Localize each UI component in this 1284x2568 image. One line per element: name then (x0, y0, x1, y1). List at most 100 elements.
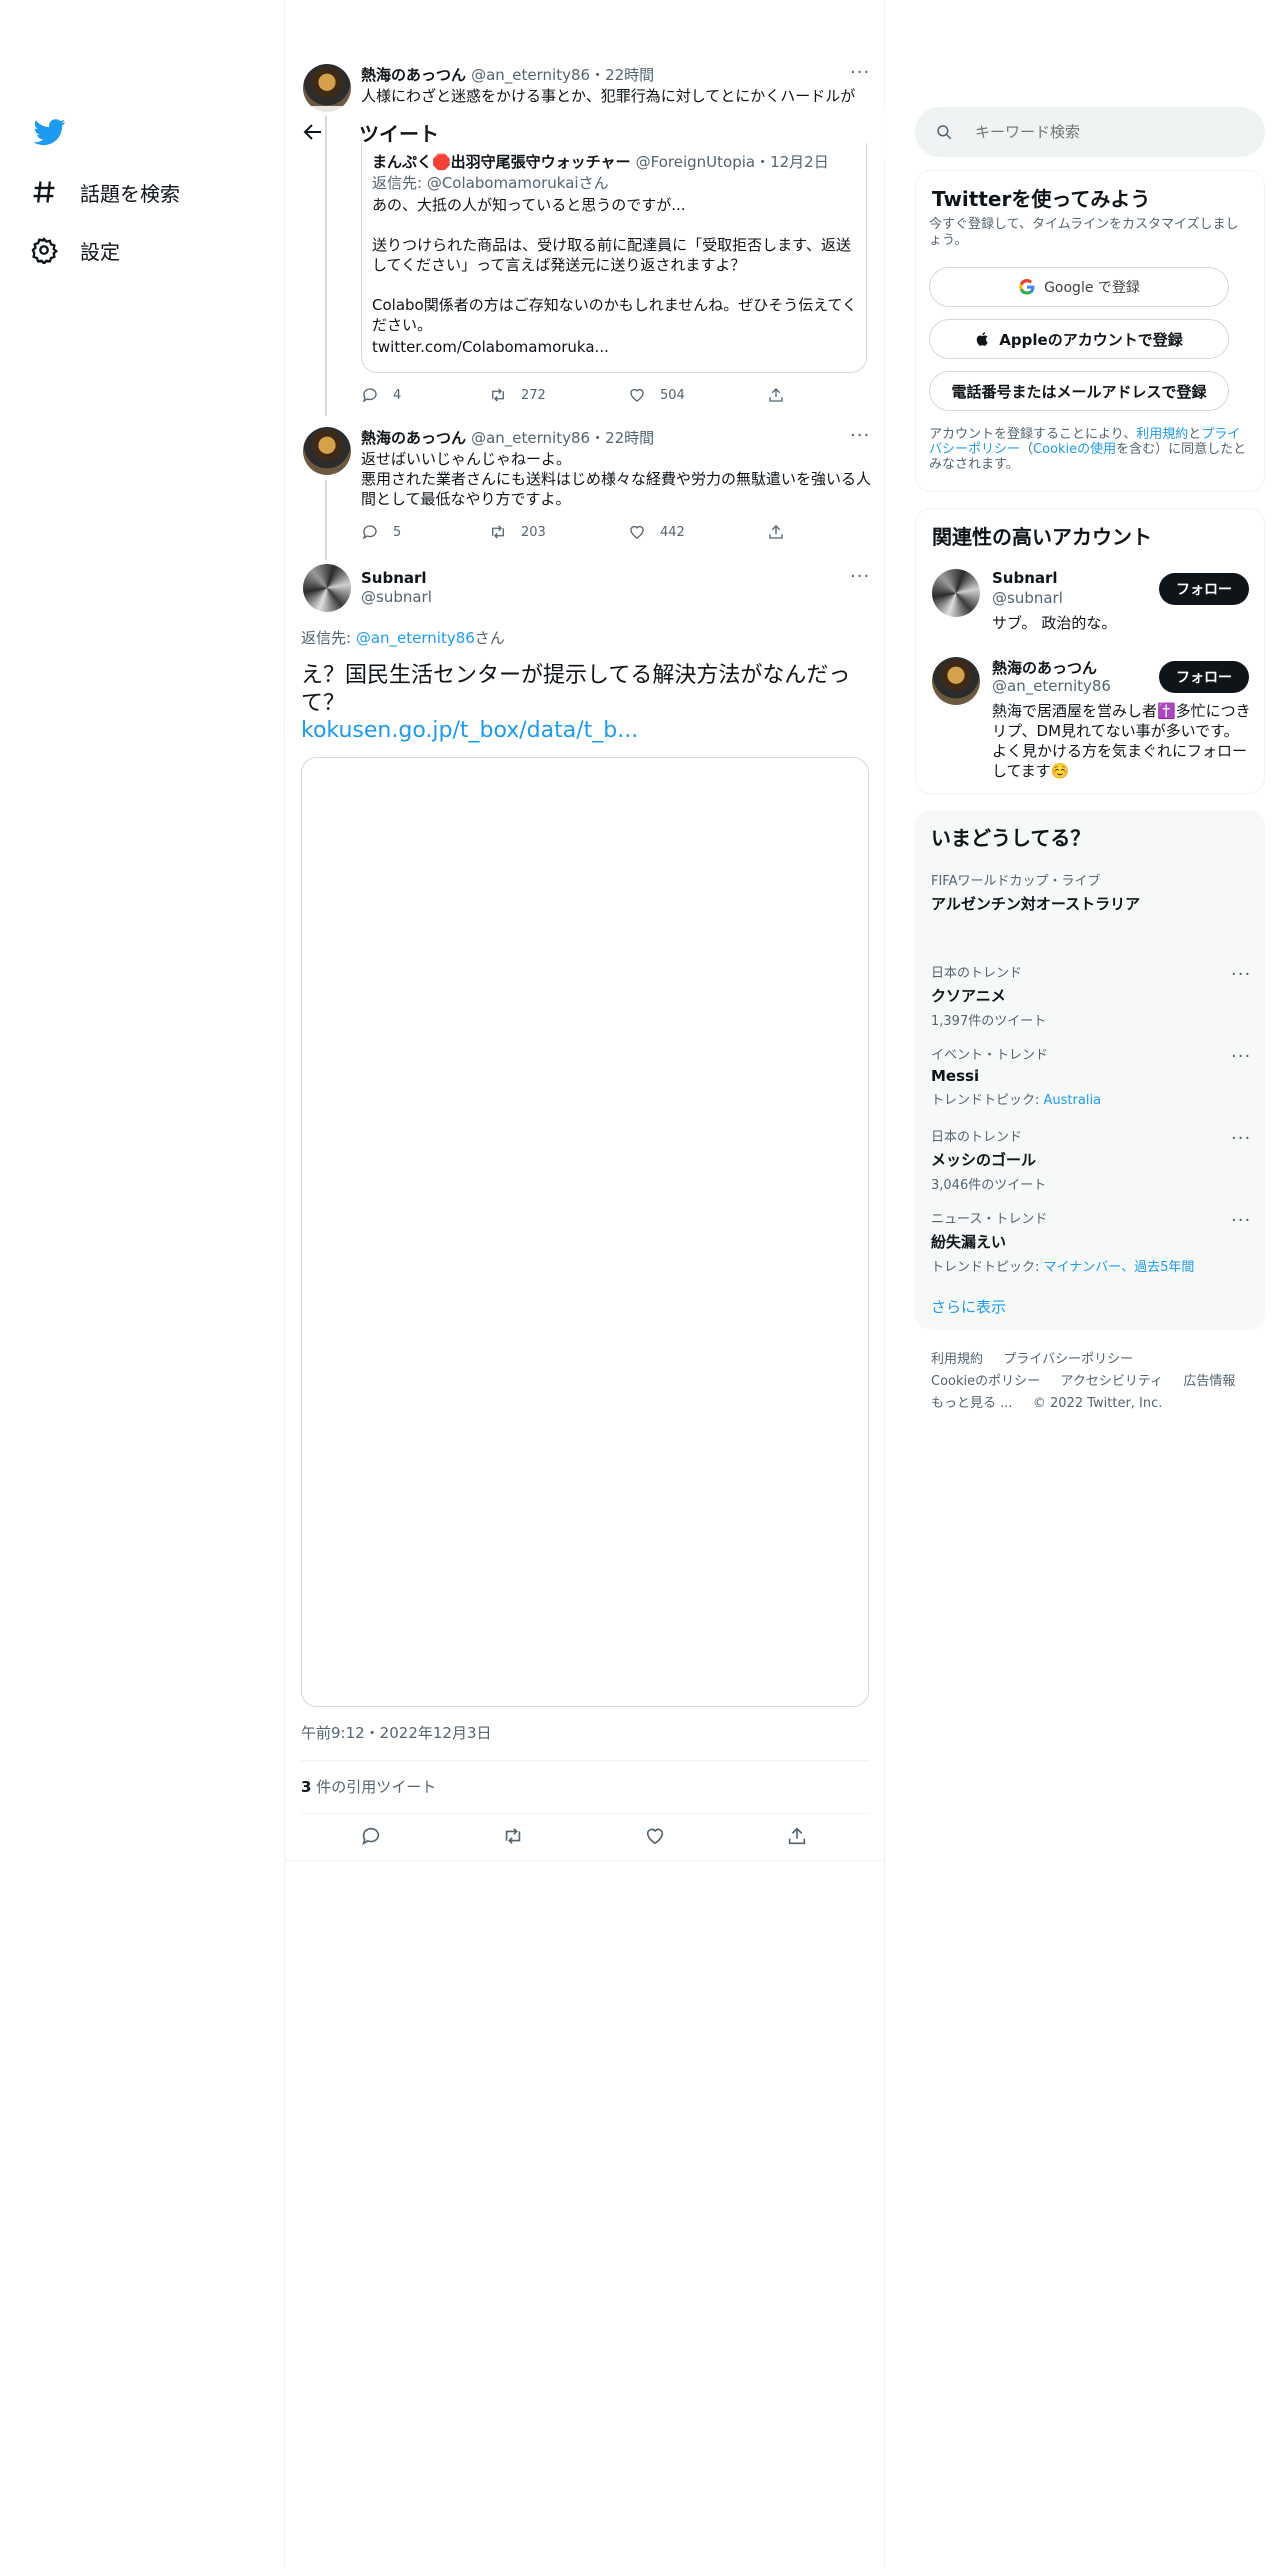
cookie-link[interactable]: Cookieの使用 (1033, 442, 1116, 457)
account-name[interactable]: 熱海のあっつん (992, 657, 1097, 678)
quoted-line: 送りつけられた商品は、受け取る前に配達員に「受取拒否します、返送してください」っ… (372, 236, 851, 274)
retweet-button[interactable]: 203 (489, 523, 546, 541)
tweet-time[interactable]: ・22時間 (590, 66, 654, 84)
main-tweet-link[interactable]: kokusen.go.jp/t_box/data/t_b... (301, 717, 638, 745)
like-button[interactable]: 504 (628, 386, 685, 404)
tweet-header: 熱海のあっつん @an_eternity86・22時間 (361, 64, 654, 85)
trend-item[interactable]: 日本のトレンド メッシのゴール 3,046件のツイート (931, 1126, 1251, 1193)
reply-icon[interactable] (360, 1825, 382, 1847)
link-preview-card[interactable] (301, 757, 869, 1707)
reply-to-handle[interactable]: @an_eternity86 (356, 629, 475, 647)
account-bio: 熱海で居酒屋を営みし者✝️多忙につきリプ、DM見れてない事が多いです。よく見かけ… (992, 702, 1251, 780)
more-options-icon[interactable]: ··· (1231, 1212, 1251, 1230)
trend-name: Messi (931, 1067, 980, 1085)
avatar[interactable] (303, 427, 351, 475)
more-options-icon[interactable]: ··· (850, 64, 870, 82)
retweet-button[interactable]: 272 (489, 386, 546, 404)
trend-topic-link[interactable]: マイナンバー、過去5年間 (1044, 1260, 1195, 1275)
footer-link[interactable]: もっと見る ... (931, 1396, 1013, 1411)
account-name[interactable]: Subnarl (992, 569, 1058, 587)
more-options-icon[interactable]: ··· (1231, 966, 1251, 984)
quote-tweets-link[interactable]: 3 件の引用ツイート (301, 1777, 436, 1797)
like-count: 442 (660, 524, 685, 540)
avatar[interactable] (303, 564, 351, 612)
tweet-text-line: 悪用された業者さんにも送料はじめ様々な経費や労力の無駄遣いを強いる人間として最低… (361, 470, 872, 508)
account-handle[interactable]: @subnarl (992, 589, 1063, 607)
follow-button[interactable]: フォロー (1159, 573, 1249, 605)
footer-link[interactable]: 広告情報 (1183, 1374, 1235, 1389)
phone-email-signup-button[interactable]: 電話番号またはメールアドレスで登録 (929, 371, 1229, 411)
share-button[interactable] (767, 386, 785, 404)
share-icon (769, 525, 783, 539)
more-options-icon[interactable]: ··· (850, 568, 870, 586)
tweet-timestamp[interactable]: 午前9:12・2022年12月3日 (301, 1723, 492, 1743)
nav-explore[interactable]: 話題を検索 (30, 172, 180, 212)
thread-line (325, 116, 327, 416)
cookie-open: （ (1020, 442, 1034, 457)
more-options-icon[interactable]: ··· (1231, 1130, 1251, 1148)
quoted-author-handle: @ForeignUtopia (635, 153, 756, 171)
quoted-link[interactable]: twitter.com/Colabomamoruka... (372, 337, 862, 357)
share-icon[interactable] (786, 1825, 808, 1847)
apple-signup-button[interactable]: Appleのアカウントで登録 (929, 319, 1229, 359)
terms-prefix: アカウントを登録することにより、 (929, 427, 1137, 442)
trend-meta: 3,046件のツイート (931, 1178, 1047, 1193)
trend-item[interactable]: FIFAワールドカップ・ライブ アルゼンチン対オーストラリア (931, 870, 1251, 914)
heart-icon (630, 525, 644, 539)
footer-link[interactable]: Cookieのポリシー (931, 1374, 1040, 1389)
footer-link[interactable]: 利用規約 (931, 1352, 983, 1367)
reply-button[interactable]: 4 (361, 386, 401, 404)
footer-link[interactable]: アクセシビリティ (1060, 1374, 1163, 1389)
reply-suffix: さん (578, 174, 609, 192)
reply-button[interactable]: 5 (361, 523, 401, 541)
trend-name: 紛失漏えい (931, 1233, 1007, 1251)
related-title: 関連性の高いアカウント (932, 525, 1152, 549)
author-name[interactable]: Subnarl (361, 569, 427, 587)
terms-and: と (1188, 427, 1202, 442)
quoted-line: Colabo関係者の方はご存知ないのかもしれませんね。ぜひそう伝えてください。 (372, 296, 858, 334)
trend-meta: トレンドトピック: Australia (931, 1089, 1251, 1108)
quoted-tweet[interactable]: まんぷく🛑出羽守尾張守ウォッチャー @ForeignUtopia・12月2日 返… (361, 143, 867, 373)
nav-settings[interactable]: 設定 (30, 230, 120, 270)
terms-link[interactable]: 利用規約 (1136, 427, 1188, 442)
trend-meta-prefix: トレンドトピック: (931, 1093, 1044, 1108)
reply-prefix: 返信先: (301, 629, 356, 647)
author-name[interactable]: 熱海のあっつん (361, 66, 466, 84)
trend-topic-link[interactable]: Australia (1044, 1093, 1102, 1108)
back-arrow-icon[interactable] (301, 120, 325, 144)
more-options-icon[interactable]: ··· (850, 427, 870, 445)
avatar[interactable] (932, 569, 980, 617)
footer-link[interactable]: プライバシーポリシー (1003, 1352, 1133, 1367)
search-icon (937, 125, 952, 140)
share-button[interactable] (767, 523, 785, 541)
show-more-link[interactable]: さらに表示 (931, 1296, 1006, 1317)
nav-explore-label: 話題を検索 (80, 181, 180, 206)
author-name[interactable]: 熱海のあっつん (361, 429, 466, 447)
reply-to-handle: @Colabomamorukai (426, 174, 579, 192)
divider (301, 1760, 869, 1761)
trend-category: 日本のトレンド (931, 966, 1023, 981)
search-box[interactable] (915, 107, 1265, 157)
trend-name: メッシのゴール (931, 1151, 1037, 1169)
share-icon (769, 388, 783, 402)
heart-icon[interactable] (644, 1825, 666, 1847)
author-handle[interactable]: @subnarl (361, 588, 432, 606)
more-options-icon[interactable]: ··· (1231, 1048, 1251, 1066)
trend-item[interactable]: イベント・トレンド Messi トレンドトピック: Australia (931, 1044, 1251, 1108)
google-signup-button[interactable]: Google で登録 (929, 267, 1229, 307)
retweet-icon[interactable] (502, 1825, 524, 1847)
trend-item[interactable]: 日本のトレンド クソアニメ 1,397件のツイート (931, 962, 1251, 1029)
author-handle[interactable]: @an_eternity86 (471, 66, 590, 84)
like-button[interactable]: 442 (628, 523, 685, 541)
author-handle[interactable]: @an_eternity86 (471, 429, 590, 447)
trend-item[interactable]: ニュース・トレンド 紛失漏えい トレンドトピック: マイナンバー、過去5年間 (931, 1208, 1251, 1275)
avatar[interactable] (303, 64, 351, 112)
account-handle[interactable]: @an_eternity86 (992, 677, 1111, 695)
tweet-time[interactable]: ・22時間 (590, 429, 654, 447)
avatar[interactable] (932, 657, 980, 705)
retweet-icon (492, 388, 504, 402)
main-column: 熱海のあっつん @an_eternity86・22時間 ··· 人様にわざと迷惑… (285, 0, 885, 2568)
follow-button[interactable]: フォロー (1159, 661, 1249, 693)
search-input[interactable] (975, 123, 1235, 141)
twitter-logo-icon[interactable] (34, 116, 66, 148)
